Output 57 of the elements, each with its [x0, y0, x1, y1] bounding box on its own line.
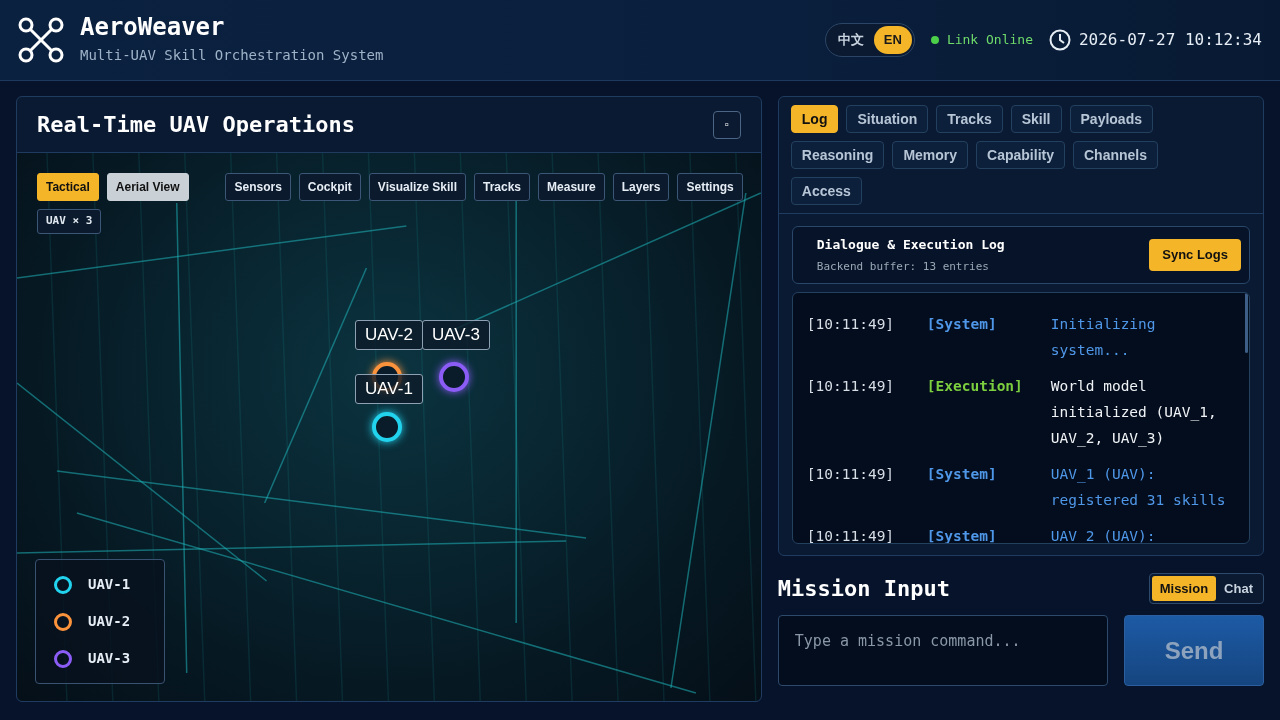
panel-title: Real-Time UAV Operations: [37, 111, 355, 139]
scrollbar-thumb[interactable]: [1245, 293, 1248, 353]
map-tool-button[interactable]: Settings: [677, 173, 743, 201]
language-toggle[interactable]: EN: [873, 26, 912, 54]
panel-tab[interactable]: Reasoning: [790, 141, 885, 169]
log-time: [10:11:49]: [806, 377, 896, 396]
uav-marker[interactable]: [372, 412, 402, 442]
log-subtitle: Backend buffer: 13 entries: [816, 258, 990, 275]
mission-title: Mission Input: [777, 575, 950, 603]
legend-label: UAV-3: [88, 649, 131, 668]
language-toggle[interactable]: 中文: [827, 26, 874, 54]
log-message: World model initialized (UAV_1, UAV_2, UAV_3): [1050, 377, 1218, 449]
log-time: [10:11:49]: [806, 465, 896, 484]
sync-logs-button[interactable]: Sync Logs: [1149, 239, 1241, 271]
clock-icon: [1048, 29, 1071, 51]
map-tool-button[interactable]: Layers: [612, 173, 670, 201]
uav-label: UAV-2: [355, 320, 423, 350]
map-tool-button[interactable]: Sensors: [225, 173, 291, 201]
log-time: [10:11:49]: [806, 527, 896, 543]
panel-tab[interactable]: Capability: [976, 141, 1065, 169]
input-mode-toggle[interactable]: Mission: [1151, 575, 1217, 602]
log-message: Initializing system...: [1050, 315, 1157, 360]
panel-tab[interactable]: Channels: [1072, 141, 1158, 169]
log-source: [System]: [926, 465, 998, 484]
panel-tab[interactable]: Payloads: [1069, 105, 1153, 133]
panel-tab[interactable]: Situation: [846, 105, 929, 133]
panel-tab[interactable]: Access: [790, 177, 862, 205]
map-tool-button[interactable]: Tracks: [474, 173, 531, 201]
panel-tab[interactable]: Skill: [1010, 105, 1062, 133]
legend-label: UAV-1: [88, 575, 131, 594]
drone-logo-icon: [18, 17, 64, 63]
panel-tab[interactable]: Tracks: [936, 105, 1003, 133]
input-mode-toggle[interactable]: Chat: [1216, 575, 1261, 602]
log-source: [System]: [926, 315, 998, 334]
log-time: [10:11:49]: [806, 315, 896, 334]
view-mode-tab[interactable]: Aerial View: [106, 173, 189, 201]
map-tool-button[interactable]: Visualize Skill: [368, 173, 466, 201]
log-title: Dialogue & Execution Log: [816, 236, 1005, 254]
app-title: AeroWeaver: [80, 14, 226, 41]
link-status: Link Online: [946, 31, 1033, 50]
mission-input-field[interactable]: Type a mission command...: [777, 615, 1108, 686]
uav-count: UAV × 3: [37, 209, 102, 234]
panel-tab[interactable]: Memory: [892, 141, 969, 169]
legend-label: UAV-2: [88, 612, 131, 631]
map-tool-button[interactable]: Measure: [538, 173, 605, 201]
map-tool-button[interactable]: Cockpit: [298, 173, 361, 201]
app-subtitle: Multi-UAV Skill Orchestration System: [80, 45, 384, 65]
panel-tab[interactable]: Log: [790, 105, 839, 133]
log-source: [Execution]: [926, 377, 1024, 396]
uav-label: UAV-3: [422, 320, 490, 350]
log-message: UAV_1 (UAV): registered 31 skills: [1050, 465, 1227, 510]
date-time: 2026-07-27 10:12:34: [1078, 29, 1262, 51]
uav-label: UAV-1: [355, 374, 423, 404]
uav-marker[interactable]: [439, 362, 469, 392]
maximize-button[interactable]: ▫: [712, 110, 741, 139]
log-message: UAV_2 (UAV):: [1050, 527, 1157, 543]
view-mode-tab[interactable]: Tactical: [37, 173, 99, 201]
